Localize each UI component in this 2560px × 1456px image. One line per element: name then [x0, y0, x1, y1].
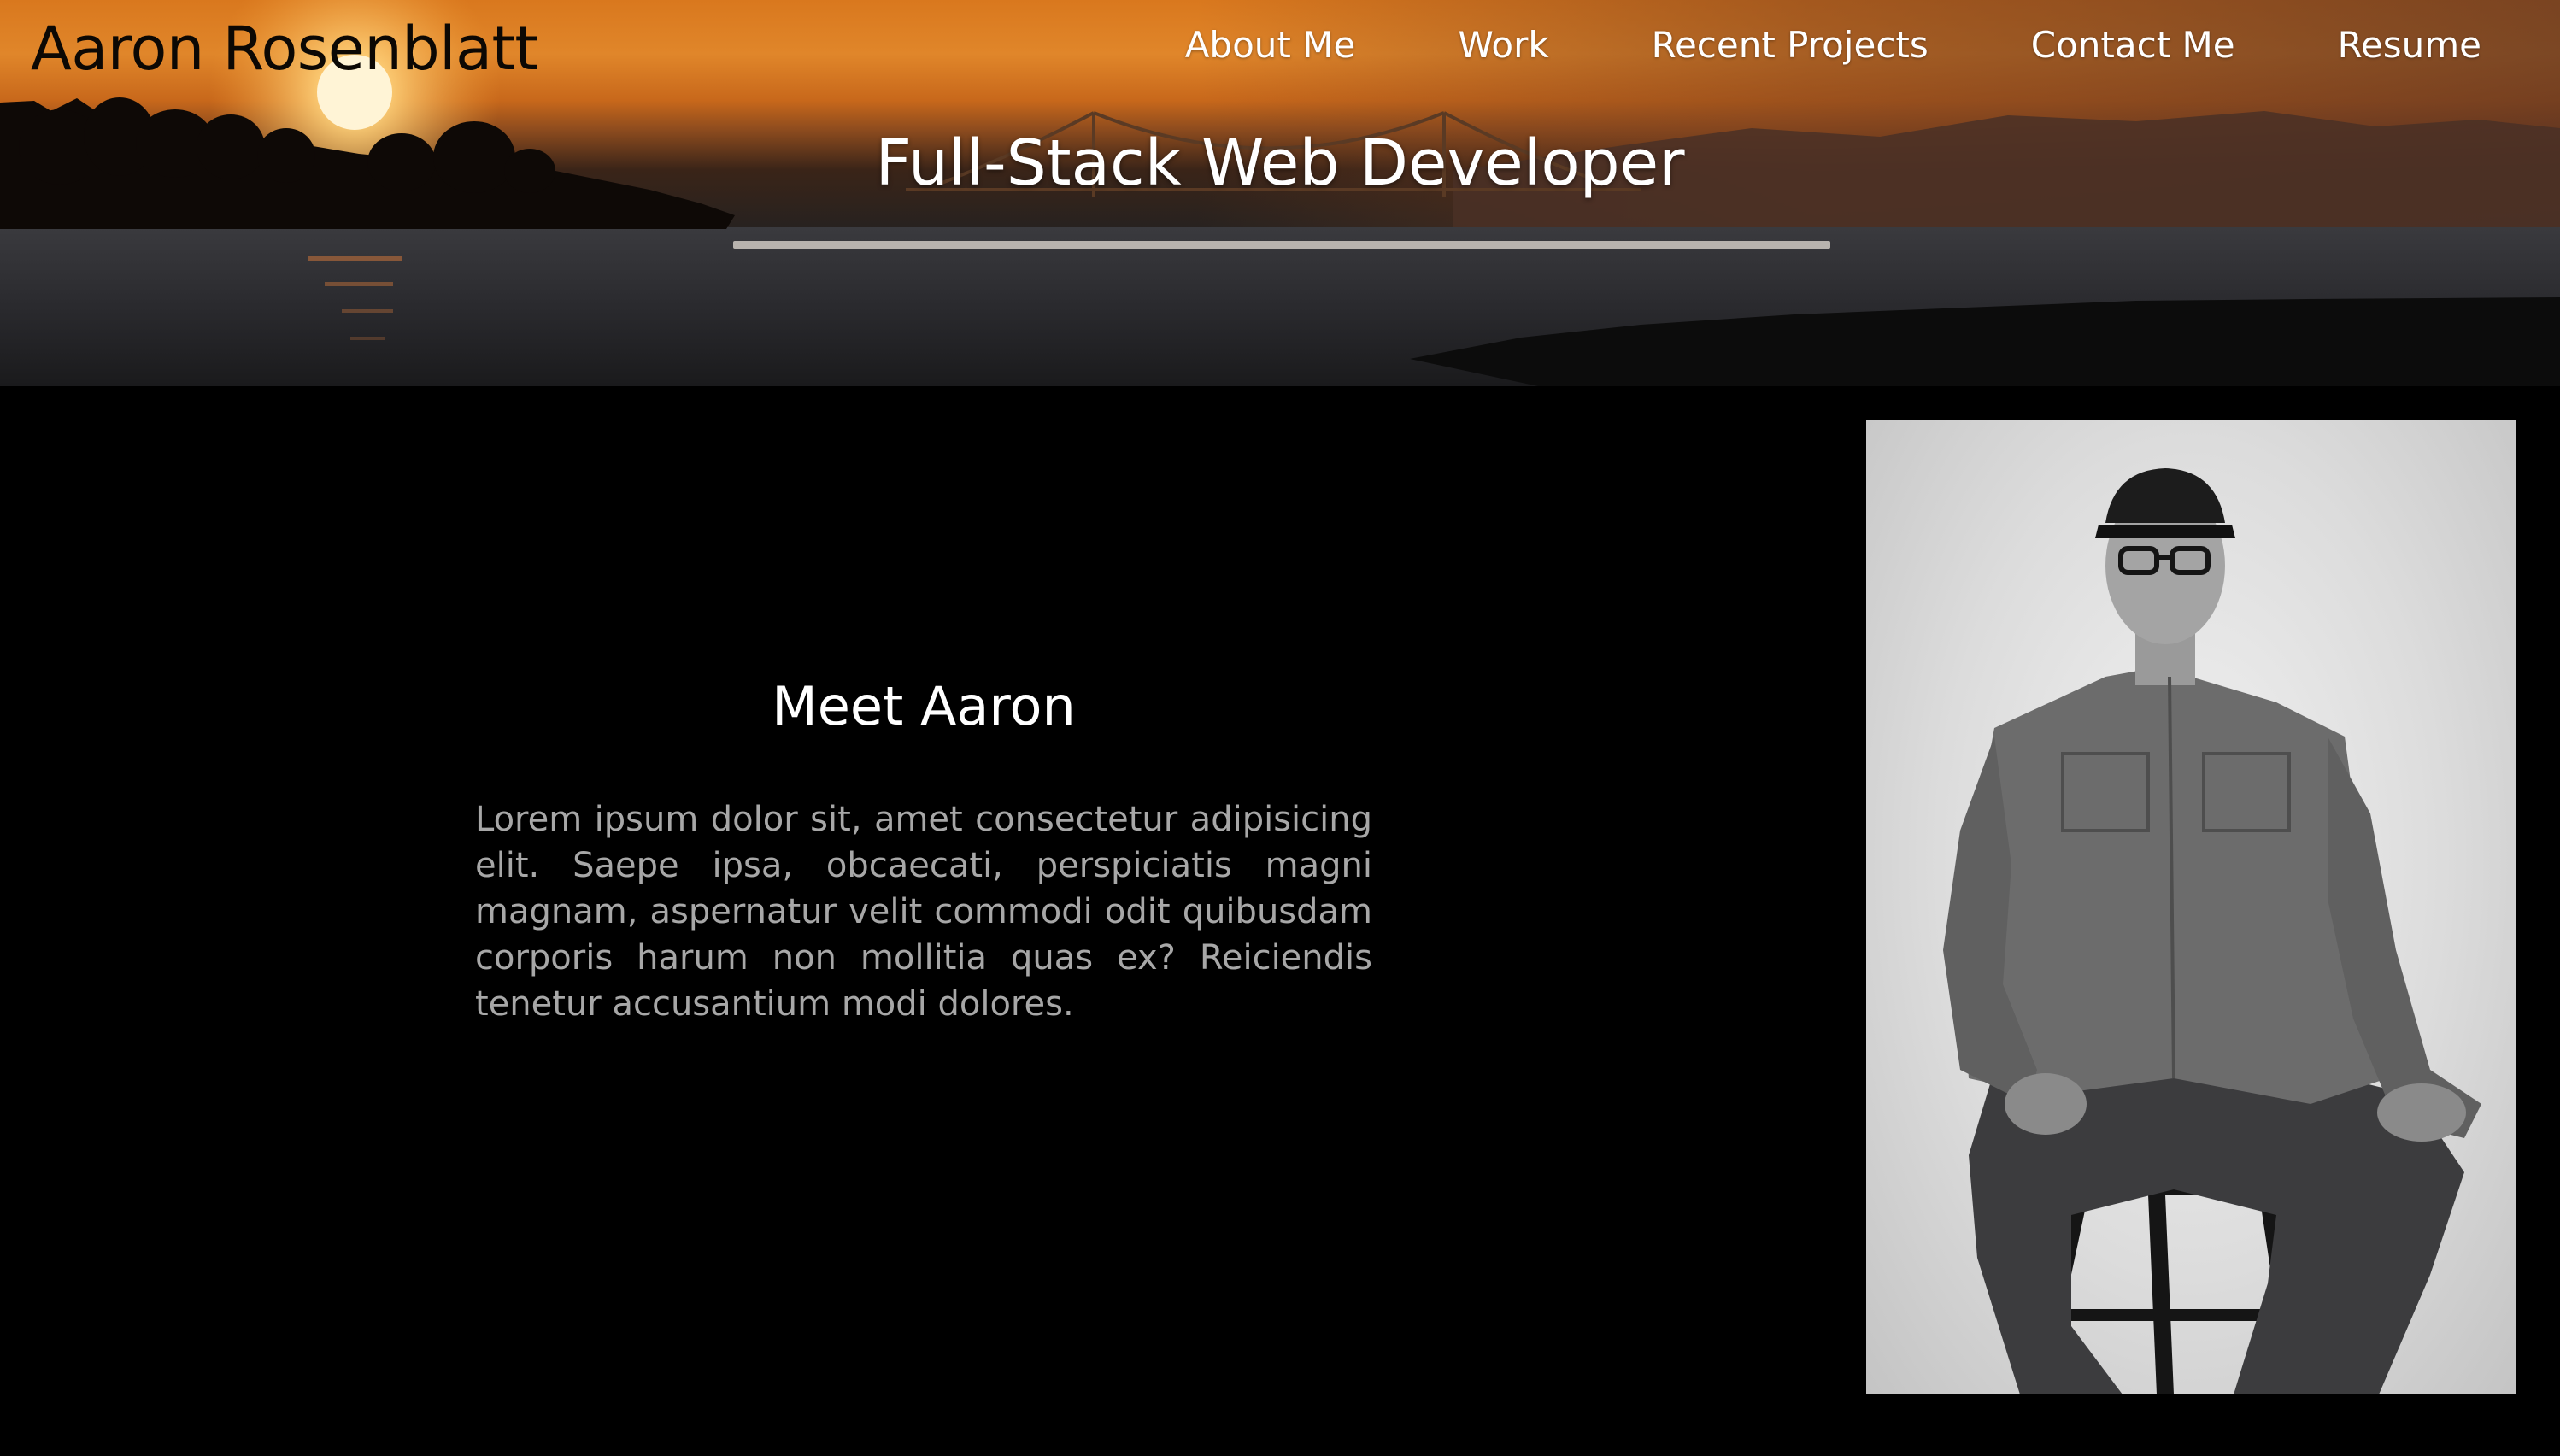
hero-tagline: Full-Stack Web Developer	[875, 126, 1685, 200]
brand-name[interactable]: Aaron Rosenblatt	[31, 14, 538, 84]
nav-about-me[interactable]: About Me	[1185, 24, 1356, 66]
main-nav: About Me Work Recent Projects Contact Me…	[1185, 24, 2481, 66]
portrait-photo	[1866, 420, 2516, 1394]
person-silhouette-image	[1943, 468, 2481, 1394]
tagline-underline	[733, 241, 1830, 249]
nav-resume[interactable]: Resume	[2338, 24, 2481, 66]
about-body-text: Lorem ipsum dolor sit, amet consectetur …	[475, 800, 1372, 1024]
about-heading: Meet Aaron	[772, 675, 1076, 737]
hero-banner: Aaron Rosenblatt About Me Work Recent Pr…	[0, 0, 2560, 386]
nav-contact-me[interactable]: Contact Me	[2031, 24, 2235, 66]
nav-work[interactable]: Work	[1458, 24, 1548, 66]
nav-recent-projects[interactable]: Recent Projects	[1652, 24, 1929, 66]
